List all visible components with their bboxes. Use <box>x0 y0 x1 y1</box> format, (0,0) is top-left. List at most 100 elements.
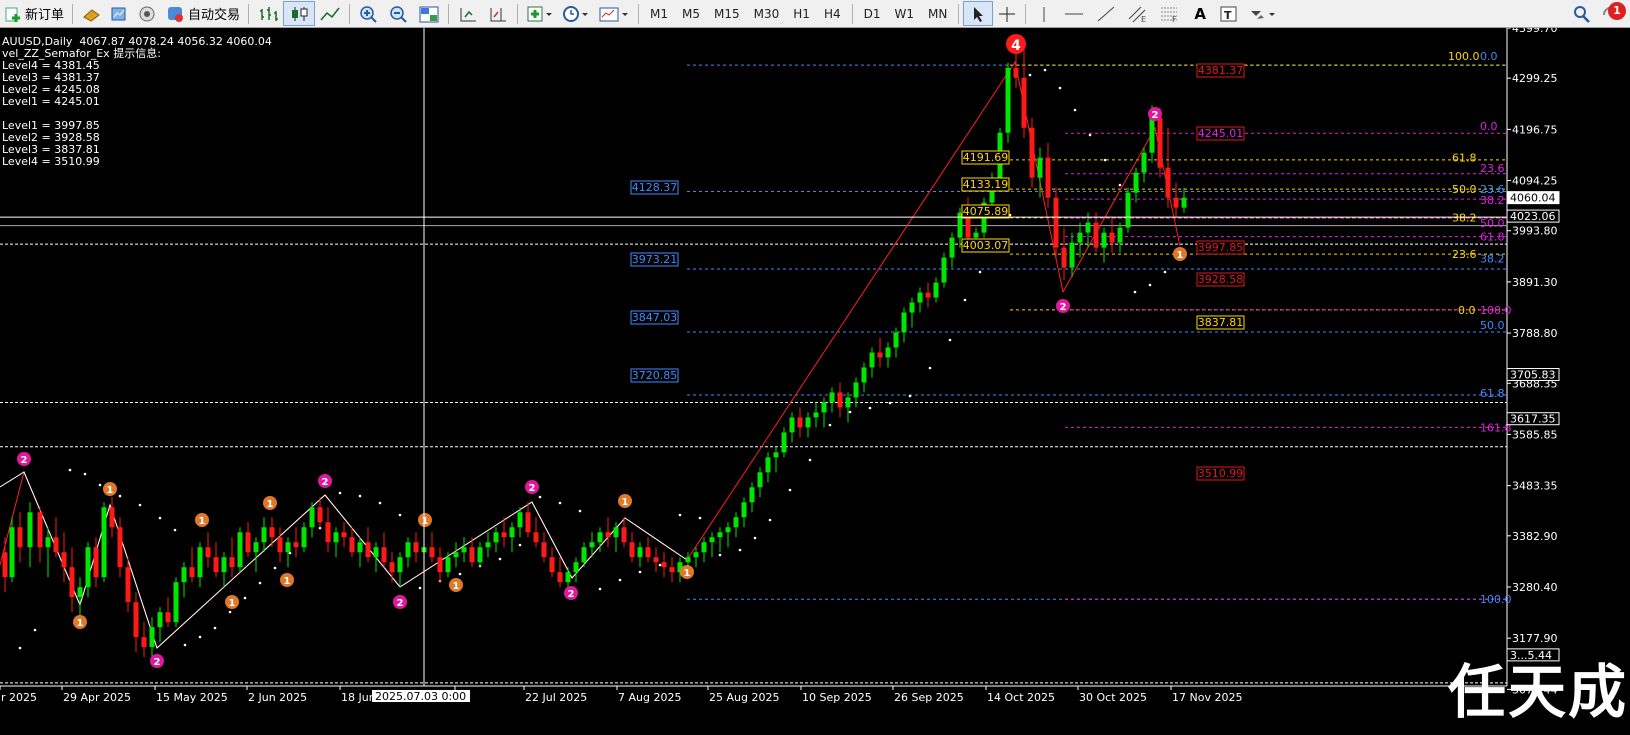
timeframe-h1[interactable]: H1 <box>786 7 817 21</box>
toolbar-separator <box>72 3 74 24</box>
candle-body <box>317 507 323 523</box>
chart-shift-icon <box>490 7 507 21</box>
periods-button[interactable] <box>558 1 594 26</box>
candle-body <box>1181 197 1187 208</box>
date-tick-label: 26 Sep 2025 <box>894 691 964 704</box>
sar-dot <box>598 587 602 591</box>
sar-dot <box>173 528 177 532</box>
notifications-button[interactable]: 1 <box>1596 1 1630 26</box>
cursor-button[interactable] <box>963 1 994 26</box>
zoom-out-button[interactable] <box>384 1 414 26</box>
gold-button[interactable] <box>77 1 105 26</box>
candle-body <box>1133 172 1139 193</box>
search-icon <box>1574 5 1590 23</box>
sar-dot <box>963 298 967 302</box>
toolbar-separator <box>517 3 519 24</box>
red-level-box: 3510.99 <box>1198 467 1244 480</box>
arrows-button[interactable] <box>1244 1 1282 26</box>
crosshair-button[interactable] <box>993 1 1021 26</box>
zoom-in-button[interactable] <box>354 1 384 26</box>
candle-body <box>1101 232 1107 248</box>
horizontal-lines <box>0 28 1508 687</box>
fib-label-blue: 100.0 <box>1480 593 1512 606</box>
date-tick-label: 15 May 2025 <box>156 691 228 704</box>
date-tick-label: 25 Aug 2025 <box>709 691 779 704</box>
candle-body <box>229 557 235 568</box>
candle-body <box>685 557 691 563</box>
blue-level-box: 4128.37 <box>632 181 678 194</box>
label-icon: T <box>1220 6 1237 22</box>
candle-body <box>797 417 803 428</box>
toolbar-separator <box>349 3 351 24</box>
trendline-button[interactable] <box>1090 1 1122 26</box>
candle-body <box>85 547 91 588</box>
auto-trade-button[interactable]: 自动交易 <box>161 1 244 26</box>
vertical-line-button[interactable] <box>1030 1 1058 26</box>
timeframe-w1[interactable]: W1 <box>888 7 922 21</box>
candle-body <box>253 542 259 553</box>
chart-shift-button[interactable] <box>483 1 513 26</box>
sar-dot <box>868 406 872 410</box>
candle-body <box>17 527 23 548</box>
sar-dot <box>1028 73 1032 77</box>
search-button[interactable] <box>1568 1 1596 26</box>
equidistant-channel-button[interactable]: E <box>1122 1 1154 26</box>
candle-body <box>373 547 379 558</box>
candle-body <box>1037 157 1043 178</box>
sar-dot <box>1118 183 1122 187</box>
timeframe-m5[interactable]: M5 <box>675 7 707 21</box>
candle-body <box>645 547 651 558</box>
candle-body <box>117 527 123 568</box>
candlestick-button[interactable] <box>283 1 316 26</box>
candle-body <box>181 567 187 583</box>
label-button[interactable]: T <box>1214 1 1244 26</box>
level-price-tag: 4023.06 <box>1510 210 1556 223</box>
horizontal-line-button[interactable] <box>1058 1 1090 26</box>
candle-body <box>1069 242 1075 268</box>
market-watch-button[interactable] <box>105 1 133 26</box>
candle-body <box>9 527 15 578</box>
timeframe-m30[interactable]: M30 <box>747 7 787 21</box>
time-axis: r 2025 29 Apr 2025 15 May 2025 2 Jun 2025 18… <box>0 686 1242 704</box>
templates-button[interactable] <box>594 1 634 26</box>
signal-icon <box>139 6 155 21</box>
timeframe-m15[interactable]: M15 <box>707 7 747 21</box>
bar-chart-icon <box>260 6 279 21</box>
fib-label-blue: 38.2 <box>1480 253 1505 266</box>
equidistant-channel-icon: E <box>1128 6 1146 23</box>
level-price-tag: 3617.35 <box>1510 413 1556 426</box>
lower-level-1: Level1 = 3997.85 <box>2 119 100 132</box>
candle-body <box>469 547 475 563</box>
tile-windows-button[interactable] <box>414 1 444 26</box>
signal-button[interactable] <box>133 1 161 26</box>
templates-icon <box>599 7 629 21</box>
candle-body <box>325 522 331 543</box>
candle-body <box>517 512 523 528</box>
semafor-label: 1 <box>1177 250 1184 261</box>
fibonacci-button[interactable]: F <box>1154 1 1186 26</box>
bar-chart-button[interactable] <box>253 1 283 26</box>
sar-dot <box>538 495 542 499</box>
text-button[interactable]: A <box>1186 1 1214 26</box>
sar-dot <box>888 401 892 405</box>
sar-dot <box>98 483 102 487</box>
auto-scroll-button[interactable] <box>453 1 483 26</box>
price-tick-label: 3585.85 <box>1512 428 1558 441</box>
candle-body <box>621 527 627 543</box>
timeframe-h4[interactable]: H4 <box>817 7 848 21</box>
line-chart-button[interactable] <box>315 1 345 26</box>
candle-body <box>165 612 171 623</box>
candle-body <box>389 562 395 573</box>
timeframe-m1[interactable]: M1 <box>643 7 675 21</box>
svg-text:F: F <box>1172 15 1177 23</box>
candle-body <box>949 237 955 258</box>
timeframe-d1[interactable]: D1 <box>857 7 888 21</box>
price-chart[interactable]: 100.061.850.038.223.60.00.023.638.250.06… <box>0 28 1630 735</box>
sar-dot <box>243 596 247 600</box>
candle-body <box>509 527 515 538</box>
semafor-label: 1 <box>622 497 629 508</box>
new-order-icon <box>5 7 20 22</box>
indicators-button[interactable] <box>522 1 558 26</box>
new-order-button[interactable]: 新订单 <box>0 1 68 26</box>
timeframe-mn[interactable]: MN <box>921 7 954 21</box>
